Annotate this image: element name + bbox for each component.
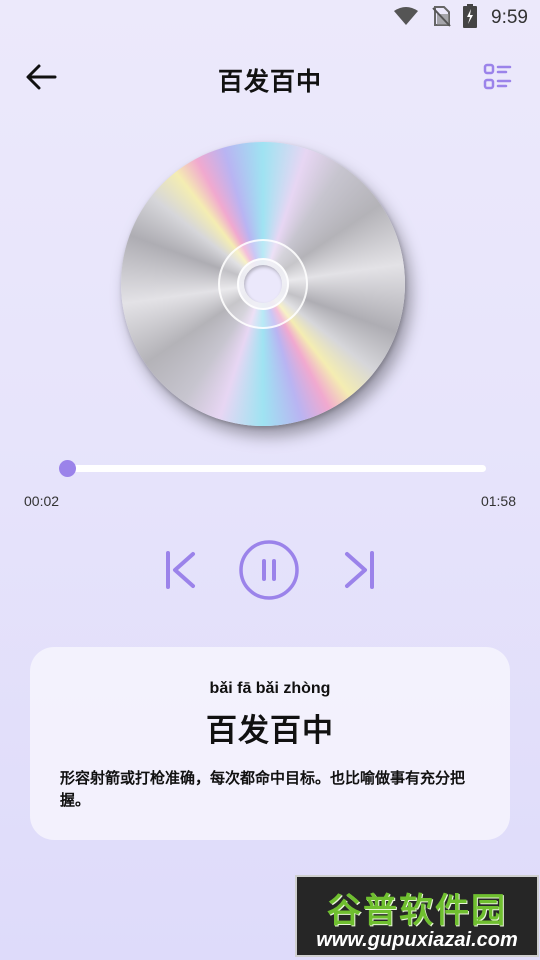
watermark-logo: 谷普软件园 www.gupuxiazai.com — [295, 875, 539, 957]
skip-next-icon — [343, 550, 377, 594]
top-bar: 百发百中 — [0, 48, 540, 110]
idiom-card: bǎi fā bǎi zhòng 百发百中 形容射箭或打枪准确，每次都命中目标。… — [30, 647, 510, 840]
watermark-logo-text: 谷普软件园 — [327, 891, 507, 931]
idiom-pinyin: bǎi fā bǎi zhòng — [209, 680, 331, 697]
progress-thumb[interactable] — [59, 460, 77, 477]
cd-disc-surface — [121, 142, 405, 426]
wifi-icon — [393, 6, 419, 30]
next-button[interactable] — [340, 550, 380, 594]
previous-button[interactable] — [160, 550, 200, 594]
idiom-word: 百发百中 — [206, 713, 334, 749]
skip-previous-icon — [163, 550, 197, 594]
no-sim-icon — [431, 5, 451, 31]
progress-slider[interactable] — [59, 460, 486, 477]
battery-charging-icon — [463, 4, 478, 32]
cd-disc — [121, 142, 405, 426]
page-title: 百发百中 — [217, 67, 322, 96]
cd-disc-hole — [244, 265, 282, 303]
idiom-meaning: 形容射箭或打枪准确，每次都命中目标。也比喻做事有充分把握。 — [60, 769, 466, 809]
list-icon — [483, 62, 513, 96]
status-icons: 9:59 — [393, 4, 528, 32]
status-bar: 9:59 — [0, 0, 540, 36]
total-time: 01:58 — [480, 493, 516, 509]
current-time: 00:02 — [24, 493, 60, 509]
pause-button[interactable] — [238, 539, 300, 605]
playback-controls — [0, 540, 540, 604]
status-time: 9:59 — [491, 7, 528, 28]
list-button[interactable] — [480, 62, 516, 96]
pause-icon — [238, 539, 300, 605]
watermark-url: www.gupuxiazai.com — [316, 929, 518, 951]
